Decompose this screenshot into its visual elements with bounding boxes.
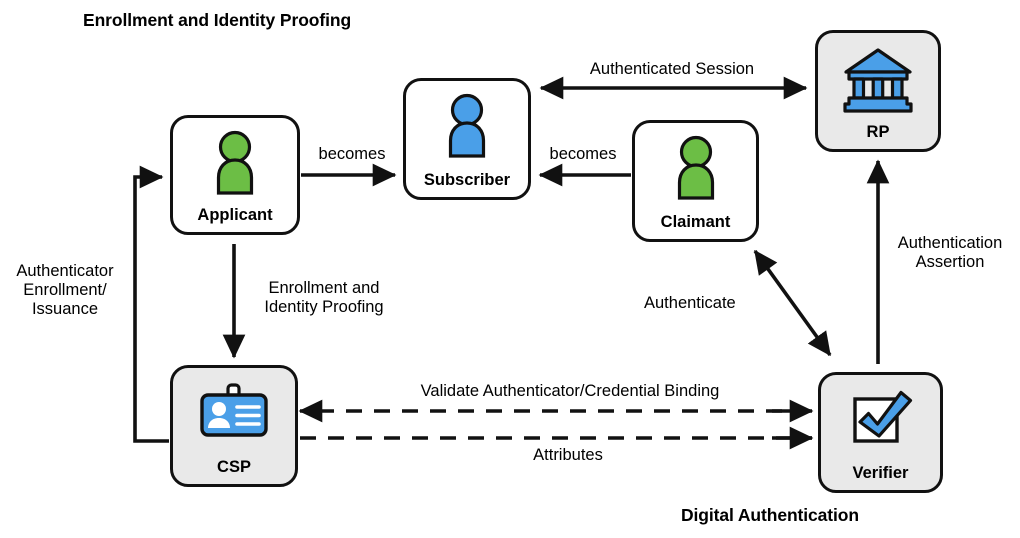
node-label-applicant: Applicant: [197, 205, 273, 224]
id-card-icon: [200, 383, 268, 437]
edge-label-becomes-claimant: becomes: [549, 145, 617, 163]
node-label-subscriber: Subscriber: [423, 170, 511, 189]
node-applicant[interactable]: Applicant: [170, 115, 300, 235]
node-label-rp: RP: [866, 122, 890, 141]
person-icon: [448, 93, 486, 158]
node-csp[interactable]: CSP: [170, 365, 298, 487]
node-claimant[interactable]: Claimant: [632, 120, 759, 242]
node-label-csp: CSP: [217, 457, 251, 476]
section-title-digital-authentication: Digital Authentication: [681, 505, 859, 525]
node-rp[interactable]: RP: [815, 30, 941, 152]
edge-label-attributes: Attributes: [533, 446, 603, 464]
edge-label-enrollment-identity-proofing: Enrollment and Identity Proofing: [264, 279, 384, 316]
section-title-enrollment: Enrollment and Identity Proofing: [83, 10, 352, 30]
person-icon: [677, 135, 714, 200]
node-subscriber[interactable]: Subscriber: [403, 78, 531, 200]
node-label-verifier: Verifier: [852, 463, 909, 482]
edge-label-becomes-applicant: becomes: [318, 145, 386, 163]
checkmark-icon: [852, 390, 912, 443]
edge-label-authenticate: Authenticate: [644, 294, 736, 312]
node-label-claimant: Claimant: [660, 212, 731, 231]
person-icon: [216, 130, 254, 195]
edge-label-validate-authenticator-credential-binding: Validate Authenticator/Credential Bindin…: [420, 382, 720, 400]
edge-label-authentication-assertion: Authentication Assertion: [897, 234, 1003, 271]
edge-label-authenticator-enrollment-issuance: Authenticator Enrollment/ Issuance: [16, 262, 114, 318]
node-verifier[interactable]: Verifier: [818, 372, 943, 493]
edge-label-authenticated-session: Authenticated Session: [589, 60, 755, 78]
edge-csp-to-applicant: [133, 165, 169, 443]
bank-icon: [843, 48, 913, 113]
diagram-canvas: Enrollment and Identity Proofing Digital…: [0, 0, 1020, 538]
